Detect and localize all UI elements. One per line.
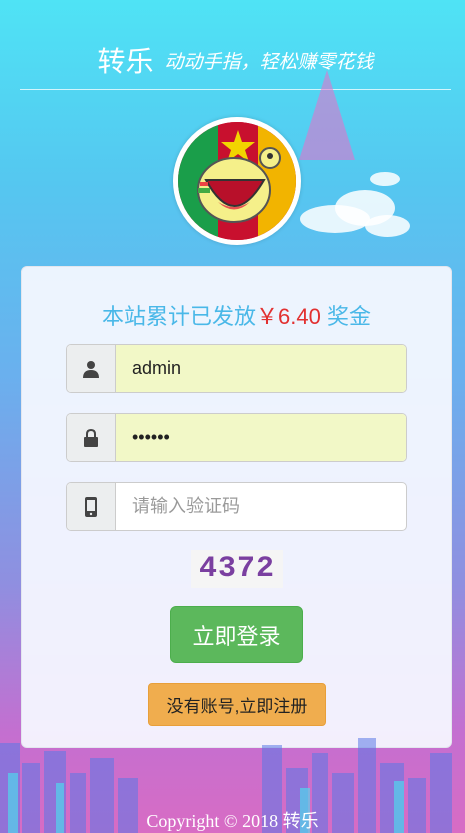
payout-suffix: 奖金 — [326, 304, 371, 329]
captcha-image[interactable]: 4372 — [191, 550, 283, 588]
password-input[interactable] — [116, 414, 406, 461]
lock-icon — [67, 414, 116, 461]
payout-prefix: 本站累计已发放 — [102, 304, 257, 329]
mascot-logo — [178, 122, 296, 240]
cloud-decoration — [365, 215, 410, 237]
app-header: 转乐 动动手指，轻松赚零花钱 — [20, 40, 451, 90]
captcha-input[interactable] — [116, 483, 406, 530]
cloud-decoration — [370, 172, 400, 186]
phone-icon — [67, 483, 116, 530]
brand-title: 转乐 — [97, 45, 154, 78]
copyright-footer: Copyright © 2018 转乐 — [146, 811, 319, 831]
captcha-field — [66, 482, 407, 531]
payout-amount: ￥6.40 — [256, 304, 321, 329]
background-decoration — [299, 70, 355, 160]
user-icon — [67, 345, 116, 392]
password-field — [66, 413, 407, 462]
username-input[interactable] — [116, 345, 406, 392]
payout-stat: 本站累计已发放￥6.40 奖金 — [22, 299, 451, 331]
login-card: 本站累计已发放￥6.40 奖金 4372 立即登录 没有账号,立即注册 — [21, 266, 452, 748]
avatar — [173, 117, 301, 245]
register-button[interactable]: 没有账号,立即注册 — [148, 683, 326, 726]
username-field — [66, 344, 407, 393]
captcha-code: 4372 — [198, 552, 275, 586]
login-button[interactable]: 立即登录 — [170, 606, 303, 663]
